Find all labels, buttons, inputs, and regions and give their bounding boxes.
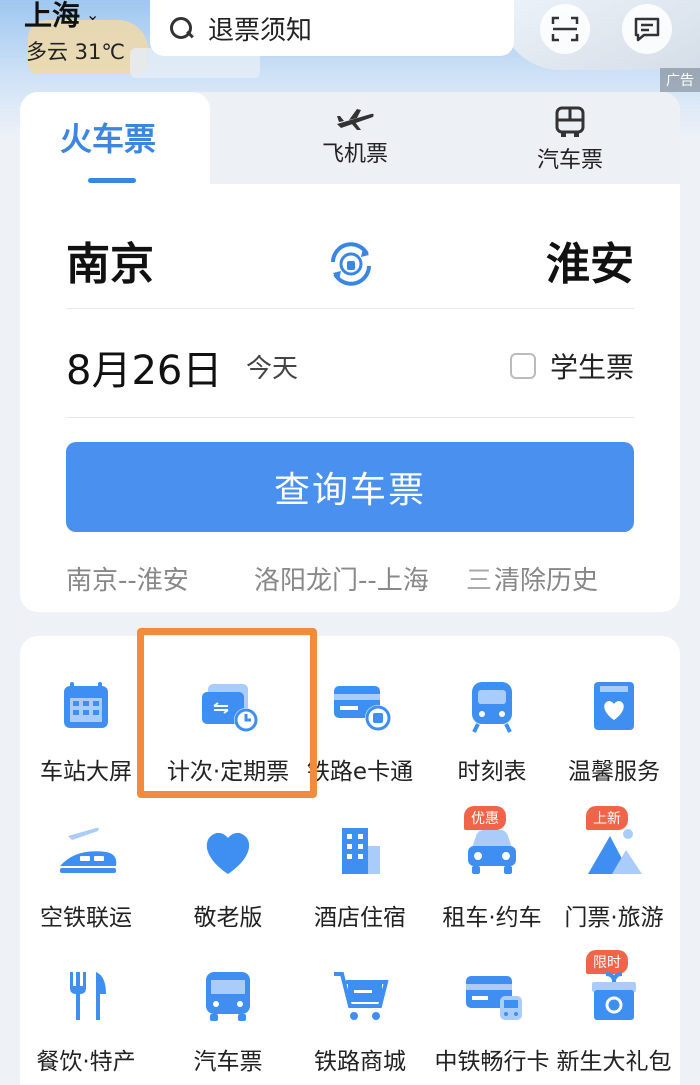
history-item[interactable]: 南京--淮安 (66, 560, 254, 597)
route-row: 南京 淮安 (20, 184, 680, 308)
message-icon (634, 17, 660, 42)
query-tickets-button[interactable]: 查询车票 (66, 442, 634, 532)
service-rail-mall[interactable]: 铁路商城 (294, 966, 426, 1076)
service-rail-pass-card[interactable]: 中铁畅行卡 (426, 966, 558, 1076)
departure-station[interactable]: 南京 (66, 228, 154, 292)
train-front-icon (462, 676, 522, 736)
service-tickets-tour[interactable]: 上新 门票·旅游 (548, 806, 680, 932)
service-label: 温馨服务 (568, 759, 660, 785)
service-station-screen[interactable]: 车站大屏 (20, 676, 152, 786)
building-icon (330, 822, 390, 882)
scan-button[interactable] (540, 4, 590, 54)
ticket-tabs: 火车票 飞机票 汽车票 (20, 92, 680, 184)
service-label: 餐饮·特产 (36, 1049, 136, 1075)
search-placeholder: 退票须知 (208, 15, 313, 46)
service-label: 租车·约车 (442, 905, 542, 931)
services-grid: 车站大屏 计次·定期票 铁路e卡通 时刻表 温馨服务 空铁联运 敬老版 酒店住宿… (20, 636, 680, 1085)
scan-icon (551, 16, 579, 42)
calendar-icon (56, 676, 116, 736)
student-ticket-label: 学生票 (549, 351, 634, 384)
history-more-icon[interactable]: 三 (466, 560, 494, 597)
tab-plane[interactable]: 飞机票 (305, 106, 405, 168)
service-label: 敬老版 (193, 905, 263, 931)
message-button[interactable] (622, 4, 672, 54)
heart-box-icon (584, 676, 644, 736)
history-item[interactable]: 洛阳龙门--上海 (254, 560, 466, 597)
service-car-rental[interactable]: 优惠 租车·约车 (426, 806, 558, 932)
tab-active-indicator (88, 178, 136, 183)
tab-bus-label: 汽车票 (536, 148, 603, 173)
cart-icon (330, 966, 390, 1026)
city-selector[interactable]: 上海 ⌄ (24, 0, 99, 34)
ad-label: 广告 (660, 68, 700, 92)
plane-icon (337, 109, 374, 130)
service-freshman-gift[interactable]: 限时 新生大礼包 (548, 950, 680, 1076)
service-label: 中铁畅行卡 (434, 1049, 550, 1075)
tab-train-label: 火车票 (60, 120, 157, 158)
student-ticket-checkbox[interactable] (509, 353, 536, 379)
service-label: 酒店住宿 (314, 905, 406, 931)
service-label: 计次·定期票 (166, 759, 290, 785)
weather-text: 多云 31℃ (26, 40, 125, 64)
tab-plane-label: 飞机票 (321, 142, 388, 167)
service-label: 空铁联运 (40, 905, 132, 931)
search-bar[interactable]: 退票须知 (150, 0, 514, 56)
service-label: 时刻表 (457, 759, 527, 785)
search-icon (168, 15, 194, 41)
service-label: 门票·旅游 (564, 905, 664, 931)
service-air-rail[interactable]: 空铁联运 (20, 822, 152, 932)
city-name: 上海 (24, 0, 81, 32)
service-timetable[interactable]: 时刻表 (426, 676, 558, 786)
ticket-search-card: 火车票 飞机票 汽车票 南京 淮安 8月26日 今天 学生票 查询车票 南京--… (20, 92, 680, 612)
date-relative-label: 今天 (246, 354, 299, 384)
swap-icon (331, 242, 371, 286)
service-bus-ticket[interactable]: 汽车票 (162, 966, 294, 1076)
service-senior-mode[interactable]: 敬老版 (162, 822, 294, 932)
divider (66, 417, 634, 418)
rail-card-icon (330, 676, 391, 736)
tab-train[interactable]: 火车票 (20, 92, 210, 184)
bus-icon (198, 966, 258, 1026)
plane-train-icon (56, 822, 117, 882)
student-ticket-option[interactable]: 学生票 (509, 346, 634, 386)
divider (66, 308, 634, 309)
heart-icon (198, 822, 258, 882)
ticket-clock-icon (198, 676, 258, 736)
tab-bus[interactable]: 汽车票 (520, 106, 620, 174)
service-label: 铁路商城 (314, 1049, 406, 1075)
gift-icon (584, 966, 644, 1026)
service-hotel[interactable]: 酒店住宿 (294, 822, 426, 932)
service-label: 汽车票 (193, 1049, 263, 1075)
service-label: 车站大屏 (40, 759, 132, 785)
fork-knife-icon (56, 966, 116, 1026)
service-periodic-ticket[interactable]: 计次·定期票 (162, 676, 294, 786)
service-rail-ecard[interactable]: 铁路e卡通 (294, 676, 426, 786)
search-history: 南京--淮安 洛阳龙门--上海 三 清除历史 (66, 558, 634, 598)
mountain-icon (584, 822, 644, 882)
swap-stations-button[interactable] (323, 236, 379, 292)
card-train-icon (462, 966, 522, 1026)
service-food[interactable]: 餐饮·特产 (20, 966, 152, 1076)
service-label: 铁路e卡通 (306, 759, 414, 785)
service-label: 新生大礼包 (556, 1049, 672, 1075)
bus-icon (555, 106, 585, 137)
clear-history-button[interactable]: 清除历史 (494, 560, 598, 597)
departure-date[interactable]: 8月26日 (66, 338, 222, 396)
arrival-station[interactable]: 淮安 (546, 228, 634, 292)
car-icon (462, 822, 522, 882)
service-care[interactable]: 温馨服务 (548, 676, 680, 786)
chevron-down-icon: ⌄ (86, 4, 100, 24)
